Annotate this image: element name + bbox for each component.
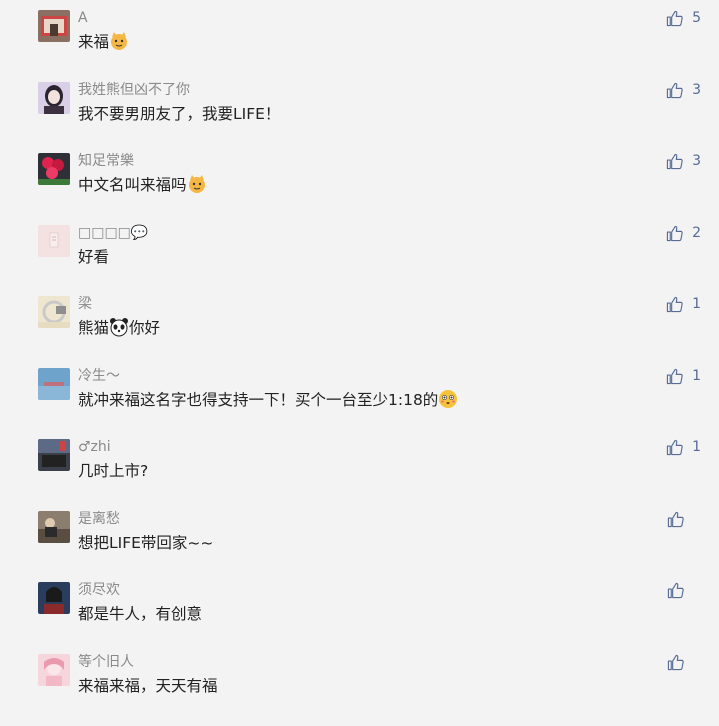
thumbs-up-icon [666,153,683,170]
like-button[interactable] [667,580,701,600]
thumbs-up-icon [666,225,683,242]
comment-text: 我不要男朋友了，我要LIFE！ [78,105,281,123]
avatar[interactable] [38,153,70,185]
comment-text: 来福 [78,31,129,53]
comment-item: 我姓熊但凶不了你 我不要男朋友了，我要LIFE！ 3 [0,82,719,154]
comment-text: 好看 [78,248,110,266]
avatar[interactable] [38,368,70,400]
thumbs-up-icon [667,511,684,528]
comment-text: 都是牛人，有创意 [78,605,203,623]
avatar[interactable] [38,82,70,114]
comment-item: 是离愁 想把LIFE带回家~~ [0,511,719,583]
thumbs-up-icon [666,10,683,27]
like-button[interactable]: 1 [666,366,701,386]
nickname[interactable]: 是离愁 [78,510,120,528]
like-count: 3 [692,82,701,98]
comment-text: 想把LIFE带回家~~ [78,534,214,552]
avatar[interactable] [38,296,70,328]
avatar[interactable] [38,439,70,471]
panda-face-icon [109,317,129,337]
like-button[interactable]: 5 [666,8,701,28]
thumbs-up-icon [666,82,683,99]
like-count: 5 [692,10,701,26]
avatar[interactable] [38,511,70,543]
like-count: 2 [692,225,701,241]
thumbs-up-icon [666,439,683,456]
comment-text: 熊猫 你好 [78,317,161,337]
cat-face-icon [187,174,207,194]
like-button[interactable]: 2 [666,223,701,243]
nickname[interactable]: ♂zhi [78,438,111,456]
comment-item: ♂zhi 几时上市? 1 [0,439,719,511]
avatar[interactable] [38,582,70,614]
nickname[interactable]: □□□□💬 [78,224,148,242]
comment-list: A 来福 5 我姓熊但凶不了你 我不要男朋友了，我要LIFE！ 3 知足常樂 中… [0,0,719,695]
flushed-face-icon [438,389,458,409]
comment-item: 知足常樂 中文名叫来福吗 3 [0,153,719,225]
comment-item: 须尽欢 都是牛人，有创意 [0,582,719,654]
avatar[interactable] [38,10,70,42]
comment-text: 几时上市? [78,462,149,480]
cat-face-icon [109,31,129,51]
comment-item: □□□□💬 好看 2 [0,225,719,297]
thumbs-up-icon [667,582,684,599]
like-count: 1 [692,296,701,312]
like-button[interactable]: 1 [666,437,701,457]
comment-text: 中文名叫来福吗 [78,174,207,196]
like-count: 1 [692,368,701,384]
thumbs-up-icon [666,296,683,313]
like-button[interactable] [667,652,701,672]
avatar[interactable] [38,654,70,686]
like-count: 1 [692,439,701,455]
like-button[interactable]: 3 [666,151,701,171]
thumbs-up-icon [667,654,684,671]
thumbs-up-icon [666,368,683,385]
like-count: 3 [692,153,701,169]
nickname[interactable]: A [78,9,88,27]
nickname[interactable]: 知足常樂 [78,152,134,170]
comment-item: 冷生～ 就冲来福这名字也得支持一下！买个一台至少1:18的 1 [0,368,719,440]
like-button[interactable]: 1 [666,294,701,314]
like-button[interactable] [667,509,701,529]
comment-item: A 来福 5 [0,10,719,82]
comment-item: 梁 熊猫 你好 1 [0,296,719,368]
nickname[interactable]: 冷生～ [78,367,120,385]
nickname[interactable]: 我姓熊但凶不了你 [78,81,190,99]
like-button[interactable]: 3 [666,80,701,100]
nickname[interactable]: 等个旧人 [78,653,134,671]
comment-item: 等个旧人 来福来福，天天有福 [0,654,719,726]
comment-text: 就冲来福这名字也得支持一下！买个一台至少1:18的 [78,389,458,411]
nickname[interactable]: 梁 [78,295,92,313]
avatar[interactable] [38,225,70,257]
nickname[interactable]: 须尽欢 [78,581,120,599]
